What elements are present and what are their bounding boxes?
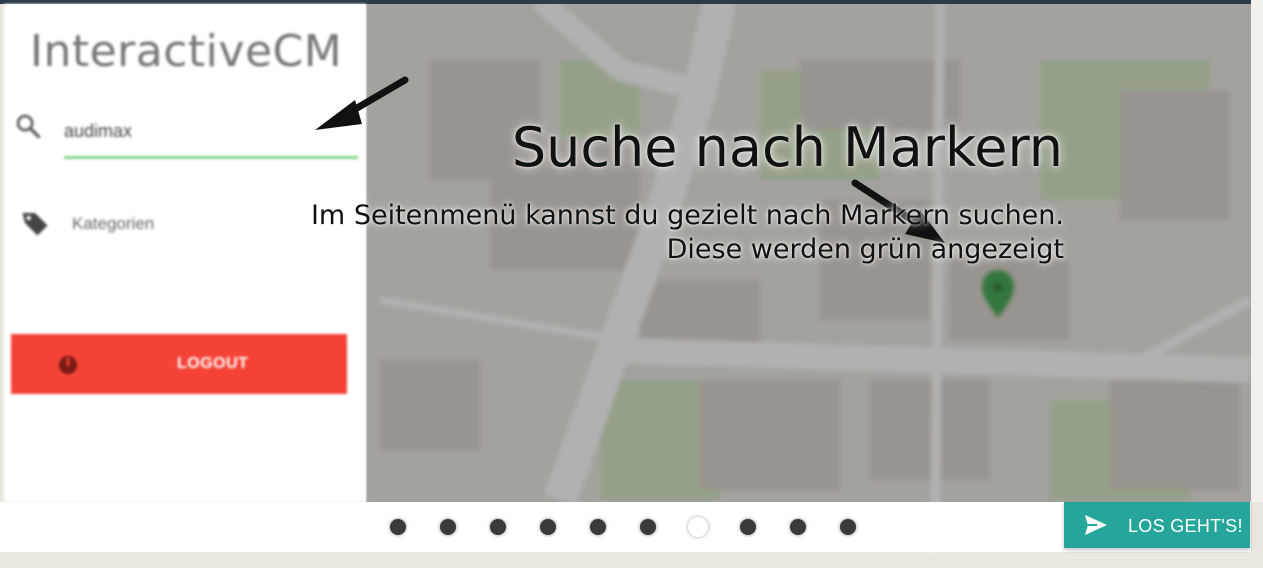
pagination-dot[interactable] <box>640 519 656 535</box>
logout-label: LOGOUT <box>177 355 249 372</box>
pagination-dot[interactable] <box>390 519 406 535</box>
pagination-dot[interactable] <box>790 519 806 535</box>
tutorial-description: Im Seitenmenü kannst du gezielt nach Mar… <box>311 199 1064 267</box>
search-underline <box>64 156 358 159</box>
start-button[interactable]: LOS GEHT'S! <box>1064 502 1250 548</box>
pagination-dot[interactable] <box>440 519 456 535</box>
pagination-dot[interactable] <box>740 519 756 535</box>
tag-icon <box>22 213 48 236</box>
pagination-dot[interactable] <box>590 519 606 535</box>
map-bottom-strip <box>0 552 1263 568</box>
logout-button[interactable]: LOGOUT <box>11 334 347 394</box>
logout-icon <box>58 355 78 375</box>
send-icon <box>1085 515 1107 535</box>
tutorial-title: Suche nach Markern <box>511 116 1063 179</box>
tutorial-line-1: Im Seitenmenü kannst du gezielt nach Mar… <box>310 200 1064 231</box>
map-right-edge <box>1251 0 1263 502</box>
categories-menu-item[interactable]: Kategorien <box>72 214 154 234</box>
app-title: InteractiveCM <box>30 26 343 77</box>
search-input[interactable] <box>64 116 356 146</box>
tutorial-line-2: Diese werden grün angezeigt <box>666 234 1064 265</box>
pagination-dot[interactable] <box>490 519 506 535</box>
pagination-dot[interactable] <box>688 517 708 537</box>
start-button-label: LOS GEHT'S! <box>1128 516 1243 536</box>
pagination-dot[interactable] <box>540 519 556 535</box>
search-icon <box>16 114 41 139</box>
pagination-dot[interactable] <box>840 519 856 535</box>
